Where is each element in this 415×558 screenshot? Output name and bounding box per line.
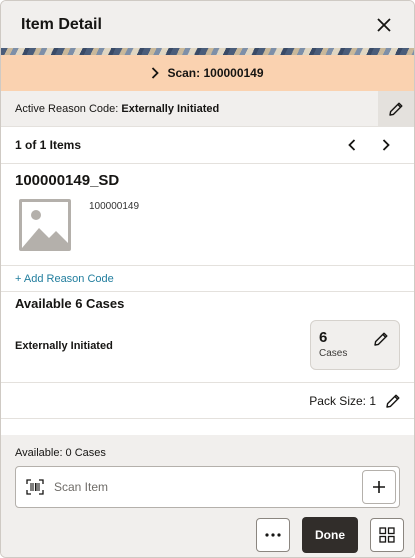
next-item-button[interactable] [378, 137, 394, 153]
close-button[interactable] [372, 13, 396, 37]
items-count: 1 of 1 Items [15, 138, 82, 152]
barcode-scan-icon [26, 479, 44, 495]
edit-pack-size-button[interactable] [384, 392, 402, 410]
close-icon [377, 17, 391, 32]
item-description: 100000149 [89, 201, 140, 212]
nav-arrows [344, 137, 394, 153]
pencil-icon [389, 102, 403, 116]
add-reason-code-link[interactable]: + Add Reason Code [1, 266, 414, 292]
pencil-icon [386, 394, 400, 408]
more-horizontal-icon [265, 533, 281, 537]
items-navigation: 1 of 1 Items [1, 127, 414, 164]
item-block: 100000149_SD 100000149 [1, 164, 414, 266]
scan-banner[interactable]: Scan: 100000149 [1, 55, 414, 91]
plus-icon [373, 481, 385, 493]
edit-reason-button[interactable] [378, 90, 414, 127]
done-button[interactable]: Done [302, 517, 358, 553]
dialog-header: Item Detail [1, 1, 414, 48]
active-reason-value: Externally Initiated [121, 102, 220, 115]
decorative-strip [1, 48, 414, 55]
bottom-panel: Available: 0 Cases Done [1, 435, 414, 557]
active-reason-text: Active Reason Code: Externally Initiated [15, 103, 219, 115]
image-placeholder-icon [19, 199, 71, 251]
available-reason: Externally Initiated [15, 340, 113, 352]
pack-size-label: Pack Size: 1 [309, 393, 376, 408]
available-section: Available 6 Cases Externally Initiated 6… [1, 292, 414, 383]
pack-size-row: Pack Size: 1 [1, 383, 414, 419]
scan-input-field [15, 466, 400, 508]
item-row: 100000149 [15, 199, 400, 251]
previous-item-button[interactable] [344, 137, 360, 153]
active-reason-row: Active Reason Code: Externally Initiated [1, 90, 414, 127]
dialog-title: Item Detail [21, 15, 102, 33]
scan-banner-label: Scan: 100000149 [167, 66, 264, 80]
active-reason-prefix: Active Reason Code: [15, 102, 122, 115]
pencil-icon [373, 331, 389, 350]
action-bar: Done [256, 517, 404, 553]
item-id: 100000149_SD [15, 172, 120, 189]
grid-icon [379, 527, 395, 543]
grid-view-button[interactable] [370, 518, 404, 552]
add-item-button[interactable] [362, 470, 396, 504]
more-actions-button[interactable] [256, 518, 290, 552]
available-cases-text: Available: 0 Cases [15, 447, 106, 459]
chevron-right-icon [152, 67, 160, 79]
quantity-card[interactable]: 6 Cases [310, 320, 400, 370]
chevron-right-icon [382, 139, 390, 151]
chevron-left-icon [348, 139, 356, 151]
item-detail-dialog: Item Detail Scan: 100000149 Active Reaso… [0, 0, 415, 558]
scan-item-input[interactable] [54, 467, 399, 507]
available-title: Available 6 Cases [15, 296, 125, 311]
